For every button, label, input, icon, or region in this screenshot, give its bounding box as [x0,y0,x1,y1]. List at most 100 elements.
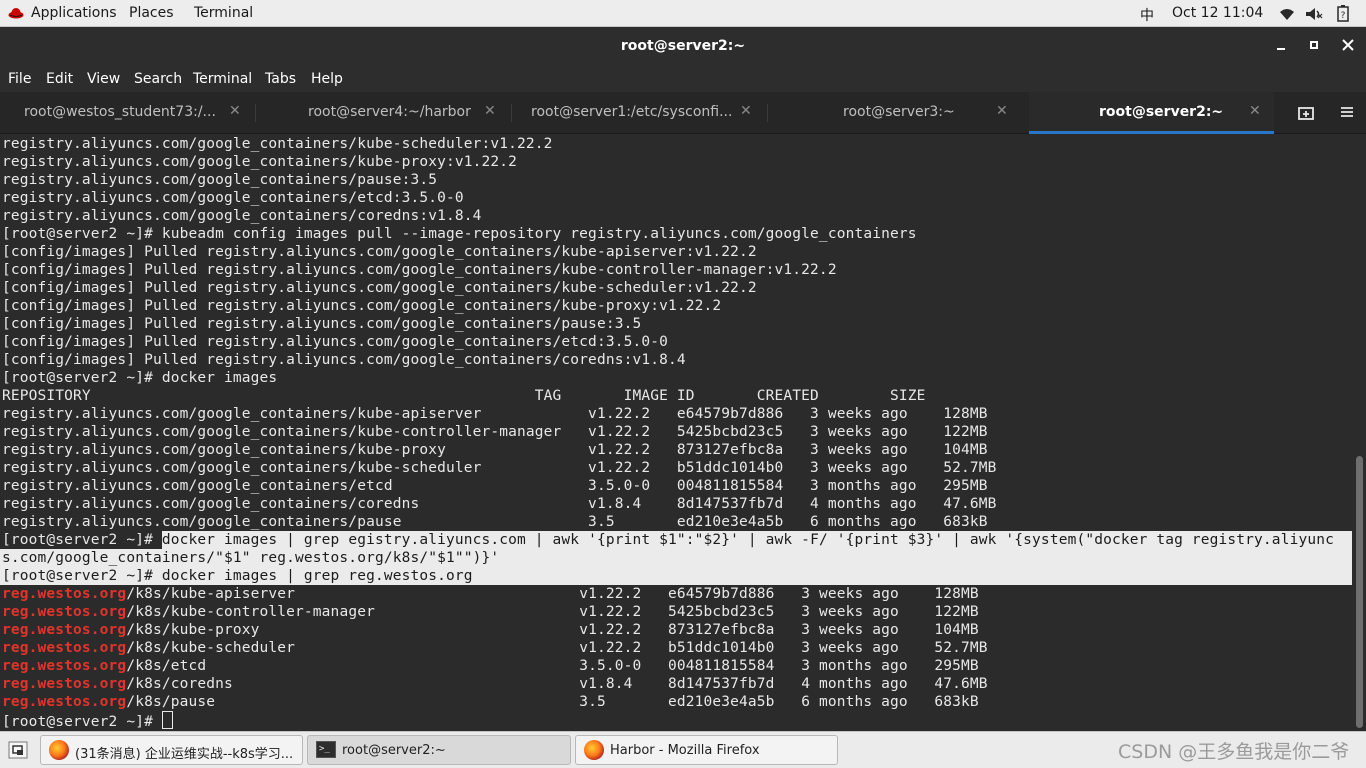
battery-icon[interactable]: ? [1337,5,1349,22]
tab-label: root@server1:/etc/sysconfi... [531,104,731,120]
output-line: registry.aliyuncs.com/google_containers/… [2,154,518,170]
output-line: [config/images] Pulled registry.aliyuncs… [2,334,668,350]
close-window-button[interactable] [1340,37,1356,53]
tab-label: root@server4:~/harbor [308,104,471,120]
registry-host: reg.westos.org [2,640,127,656]
table-row: registry.aliyuncs.com/google_containers/… [2,478,988,494]
table-row: reg.westos.org/k8s/etcd 3.5.0-0 00481181… [2,657,979,675]
applications-menu[interactable]: Applications [31,5,117,21]
watermark: CSDN @王多鱼我是你二爷 [1118,741,1350,763]
text-cursor [161,711,173,729]
output-line: registry.aliyuncs.com/google_containers/… [2,208,482,224]
tab-label: root@server2:~ [1099,104,1224,120]
places-menu[interactable]: Places [129,5,174,21]
taskbar-item-harbor-firefox[interactable]: Harbor - Mozilla Firefox [575,735,838,765]
top-panel: Applications Places Terminal 中 Oct 12 11… [0,0,1366,27]
output-line: [config/images] Pulled registry.aliyuncs… [2,244,757,260]
volume-icon[interactable] [1305,7,1323,21]
tab-westos-student73[interactable]: root@westos_student73:/... ✕ [0,92,255,133]
prompt-text: [root@server2 ~]# docker images | grep e… [2,532,1334,548]
table-row: reg.westos.org/k8s/kube-apiserver v1.22.… [2,585,979,603]
row-text: /k8s/kube-apiserver v1.22.2 e64579b7d886… [126,586,979,602]
tab-bar: root@westos_student73:/... ✕ root@server… [0,92,1366,134]
tab-server3[interactable]: root@server3:~ ✕ [768,92,1023,133]
terminal-output[interactable]: registry.aliyuncs.com/google_containers/… [0,134,1352,731]
table-row: registry.aliyuncs.com/google_containers/… [2,514,988,530]
row-text: /k8s/etcd 3.5.0-0 004811815584 3 months … [126,658,979,674]
registry-host: reg.westos.org [2,622,127,638]
maximize-icon [1310,41,1318,49]
terminal-icon: >_ [316,741,336,758]
row-text: /k8s/kube-proxy v1.22.2 873127efbc8a 3 w… [126,622,979,638]
tab-close-icon[interactable]: ✕ [1249,103,1261,119]
minimize-button[interactable] [1273,37,1289,53]
registry-host: reg.westos.org [2,658,127,674]
menu-search[interactable]: Search [134,71,182,87]
command-line: [root@server2 ~]# docker images [2,370,278,386]
terminal-app-menu[interactable]: Terminal [194,5,253,21]
menu-file[interactable]: File [8,71,31,87]
registry-host: reg.westos.org [2,694,127,710]
registry-host: reg.westos.org [2,676,127,692]
table-header: REPOSITORY TAG IMAGE ID CREATED SIZE [2,388,926,404]
table-row: reg.westos.org/k8s/kube-controller-manag… [2,603,979,621]
registry-host: reg.westos.org [2,586,127,602]
command-line: [root@server2 ~]# docker images | grep e… [2,531,1334,549]
row-text: /k8s/pause 3.5 ed210e3e4a5b 6 months ago… [126,694,979,710]
menu-tabs[interactable]: Tabs [265,71,296,87]
table-row: reg.westos.org/k8s/pause 3.5 ed210e3e4a5… [2,693,979,711]
table-row: registry.aliyuncs.com/google_containers/… [2,442,988,458]
command-line: [root@server2 ~]# docker images | grep r… [2,568,473,584]
tab-label: root@server3:~ [843,104,955,120]
tab-close-icon[interactable]: ✕ [740,103,752,119]
menu-view[interactable]: View [87,71,120,87]
tab-server4[interactable]: root@server4:~/harbor ✕ [256,92,511,133]
table-row: reg.westos.org/k8s/kube-scheduler v1.22.… [2,639,988,657]
show-desktop-icon[interactable] [8,741,28,759]
output-line: [config/images] Pulled registry.aliyuncs… [2,262,837,278]
scrollbar-thumb[interactable] [1356,456,1363,728]
wifi-icon[interactable] [1279,7,1295,21]
command-line: s.com/google_containers/"$1" reg.westos.… [2,550,500,566]
tab-close-icon[interactable]: ✕ [484,103,496,119]
window-titlebar[interactable]: root@server2:~ [0,27,1366,65]
menu-edit[interactable]: Edit [46,71,73,87]
clock[interactable]: Oct 12 11:04 [1172,5,1263,21]
close-icon [1342,39,1354,51]
redhat-logo-icon [8,8,24,19]
tab-close-icon[interactable]: ✕ [229,103,241,119]
output-line: registry.aliyuncs.com/google_containers/… [2,172,438,188]
tab-label: root@westos_student73:/... [24,104,216,120]
prompt-text: [root@server2 ~]# [2,714,162,730]
output-line: [config/images] Pulled registry.aliyuncs… [2,352,686,368]
table-row: registry.aliyuncs.com/google_containers/… [2,424,988,440]
output-line: [config/images] Pulled registry.aliyuncs… [2,298,722,314]
menu-help[interactable]: Help [311,71,343,87]
taskbar-item-label: root@server2:~ [342,743,446,758]
tab-menu-icon[interactable] [1340,105,1354,119]
tab-server2[interactable]: root@server2:~ ✕ [1029,92,1274,134]
tab-server1[interactable]: root@server1:/etc/sysconfi... ✕ [512,92,767,133]
tab-close-icon[interactable]: ✕ [996,103,1008,119]
table-row: registry.aliyuncs.com/google_containers/… [2,406,988,422]
prompt-line[interactable]: [root@server2 ~]# [2,711,173,730]
taskbar-item-label: Harbor - Mozilla Firefox [610,743,760,758]
table-row: reg.westos.org/k8s/kube-proxy v1.22.2 87… [2,621,979,639]
firefox-icon [584,740,604,760]
svg-text:?: ? [1341,11,1346,21]
table-row: reg.westos.org/k8s/coredns v1.8.4 8d1475… [2,675,988,693]
menu-bar: File Edit View Search Terminal Tabs Help [0,65,1366,92]
row-text: /k8s/coredns v1.8.4 8d147537fb7d 4 month… [126,676,988,692]
menu-terminal[interactable]: Terminal [193,71,252,87]
input-method-indicator[interactable]: 中 [1140,5,1154,25]
row-text: /k8s/kube-scheduler v1.22.2 b51ddc1014b0… [126,640,988,656]
taskbar-item-terminal[interactable]: >_ root@server2:~ [307,735,571,765]
new-tab-icon[interactable] [1297,104,1315,122]
taskbar-item-csdn-firefox[interactable]: (31条消息) 企业运维实战--k8s学习... [40,735,303,765]
output-line: [config/images] Pulled registry.aliyuncs… [2,280,757,296]
terminal-scrollbar[interactable] [1352,134,1366,731]
row-text: /k8s/kube-controller-manager v1.22.2 542… [126,604,979,620]
output-line: registry.aliyuncs.com/google_containers/… [2,190,464,206]
maximize-button[interactable] [1306,37,1322,53]
registry-host: reg.westos.org [2,604,127,620]
